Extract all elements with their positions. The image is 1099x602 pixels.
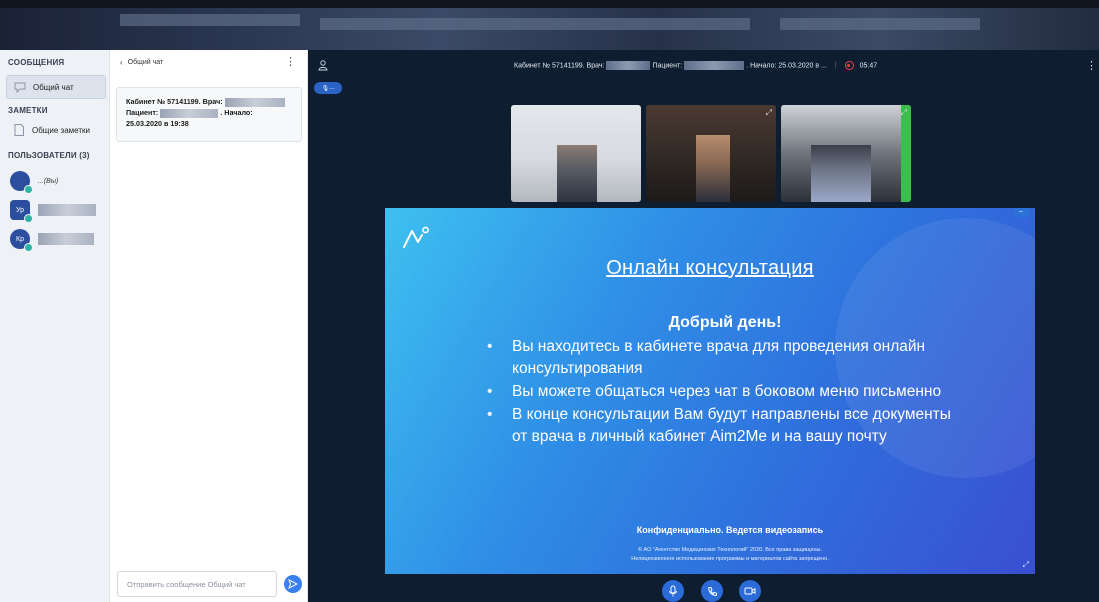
avatar: Ур [10,200,33,223]
redacted-doctor-name [224,97,285,107]
sidebar-item-label: Общий чат [33,82,74,92]
user-icon[interactable] [318,60,328,74]
call-title: Кабинет № 57141199. Врач: Пациент:. Начал… [514,61,878,70]
notes-section-title: ЗАМЕТКИ [8,106,48,115]
messages-section-title: СООБЩЕНИЯ [8,58,65,67]
end-call-button[interactable] [701,580,723,602]
logo-icon [403,226,429,248]
expand-icon[interactable]: ⤢ [631,108,637,118]
microphone-indicator[interactable]: 🎙... [314,82,342,94]
microphone-icon: 🎙 [321,85,330,92]
user-item[interactable]: Ур [10,200,96,223]
redacted-patient-name [160,108,219,118]
browser-tab-strip [0,0,1099,8]
chat-panel: ‹ Общий чат ⋮ Кабинет № 57141199. Врач: … [110,50,308,602]
microphone-button[interactable] [662,580,684,602]
video-tile[interactable]: ⤢ [646,105,776,202]
slide-bullet: Вы находитесь в кабинете врача для прове… [487,336,957,380]
video-tile[interactable]: ⤢ [781,105,911,202]
video-tile[interactable]: ⤢ [511,105,641,202]
participant-video [696,135,730,202]
confidential-notice: Конфиденциально. Ведется видеозапись [636,525,824,535]
online-status-dot [24,243,33,252]
slide-title: Онлайн консультация [606,257,814,279]
browser-toolbar [0,0,1099,50]
slide-bullet: Вы можете общаться через чат в боковом м… [487,381,957,403]
send-icon [288,579,298,589]
participant-video [811,145,871,202]
minimize-icon[interactable]: – [1013,208,1029,217]
record-icon [844,61,854,70]
chat-header: ‹ Общий чат ⋮ [110,50,308,74]
user-name: ...(Вы) [38,177,59,185]
microphone-icon [669,585,677,597]
back-icon[interactable]: ‹ [120,58,123,67]
expand-icon[interactable]: ⤢ [766,108,772,118]
user-item[interactable]: Кр [10,229,94,252]
online-status-dot [24,185,33,194]
phone-icon [707,586,717,596]
chat-title: Общий чат [127,58,164,66]
card-start-date: 25.03.2020 в 19:38 [126,119,189,128]
call-timer: 05:47 [859,62,878,70]
redacted-user-name [38,233,94,245]
slide-greeting: Добрый день! [668,314,782,331]
fullscreen-icon[interactable]: ⤢ [1023,560,1029,570]
video-call-area: Кабинет № 57141199. Врач: Пациент:. Начал… [308,50,1099,602]
camera-button[interactable] [739,580,761,602]
sidebar: СООБЩЕНИЯ Общий чат ЗАМЕТКИ Общие заметк… [0,50,110,602]
copyright-notice: © АО "Агентство Медицинских Технологий" … [631,547,829,562]
users-section-title: ПОЛЬЗОВАТЕЛИ (3) [8,151,90,160]
expand-icon[interactable]: ⤢ [901,108,907,118]
speaking-indicator [901,105,911,202]
card-room-line: Кабинет № 57141199. Врач: [126,97,223,106]
slide-bullet-list: Вы находитесь в кабинете врача для прове… [487,336,957,449]
message-input[interactable]: Отправить сообщение Общий чат [117,571,277,597]
call-header: Кабинет № 57141199. Врач: Пациент:. Начал… [308,50,1099,84]
redacted-doctor-name [606,61,651,70]
avatar [10,171,33,194]
blurred-toolbar-block [320,18,750,30]
sidebar-item-general-chat[interactable]: Общий чат [6,75,106,99]
blurred-toolbar-block [780,18,980,30]
chat-bubble-icon [13,80,27,94]
redacted-patient-name [684,61,745,70]
sidebar-item-general-notes[interactable]: Общие заметки [6,118,106,142]
participant-video [557,145,597,202]
camera-icon [744,587,756,595]
presentation-slide: – Онлайн консультация Добрый день! Вы на… [385,208,1035,574]
notes-icon [12,123,26,137]
sidebar-item-label: Общие заметки [32,125,90,135]
user-item[interactable]: ...(Вы) [10,171,59,194]
more-icon[interactable]: ⋮ [285,55,296,68]
more-icon[interactable]: ⋮ [1086,59,1097,72]
send-button[interactable] [284,575,302,593]
card-start-label: . Начало: [220,108,253,117]
message-input-placeholder: Отправить сообщение Общий чат [127,579,246,589]
chat-message-card: Кабинет № 57141199. Врач: Пациент: . Нача… [116,87,302,142]
card-patient-label: Пациент: [126,108,159,117]
avatar: Кр [10,229,33,252]
online-status-dot [24,214,33,223]
slide-bullet: В конце консультации Вам будут направлен… [487,404,957,448]
blurred-toolbar-block [120,14,300,26]
redacted-user-name [38,204,96,216]
